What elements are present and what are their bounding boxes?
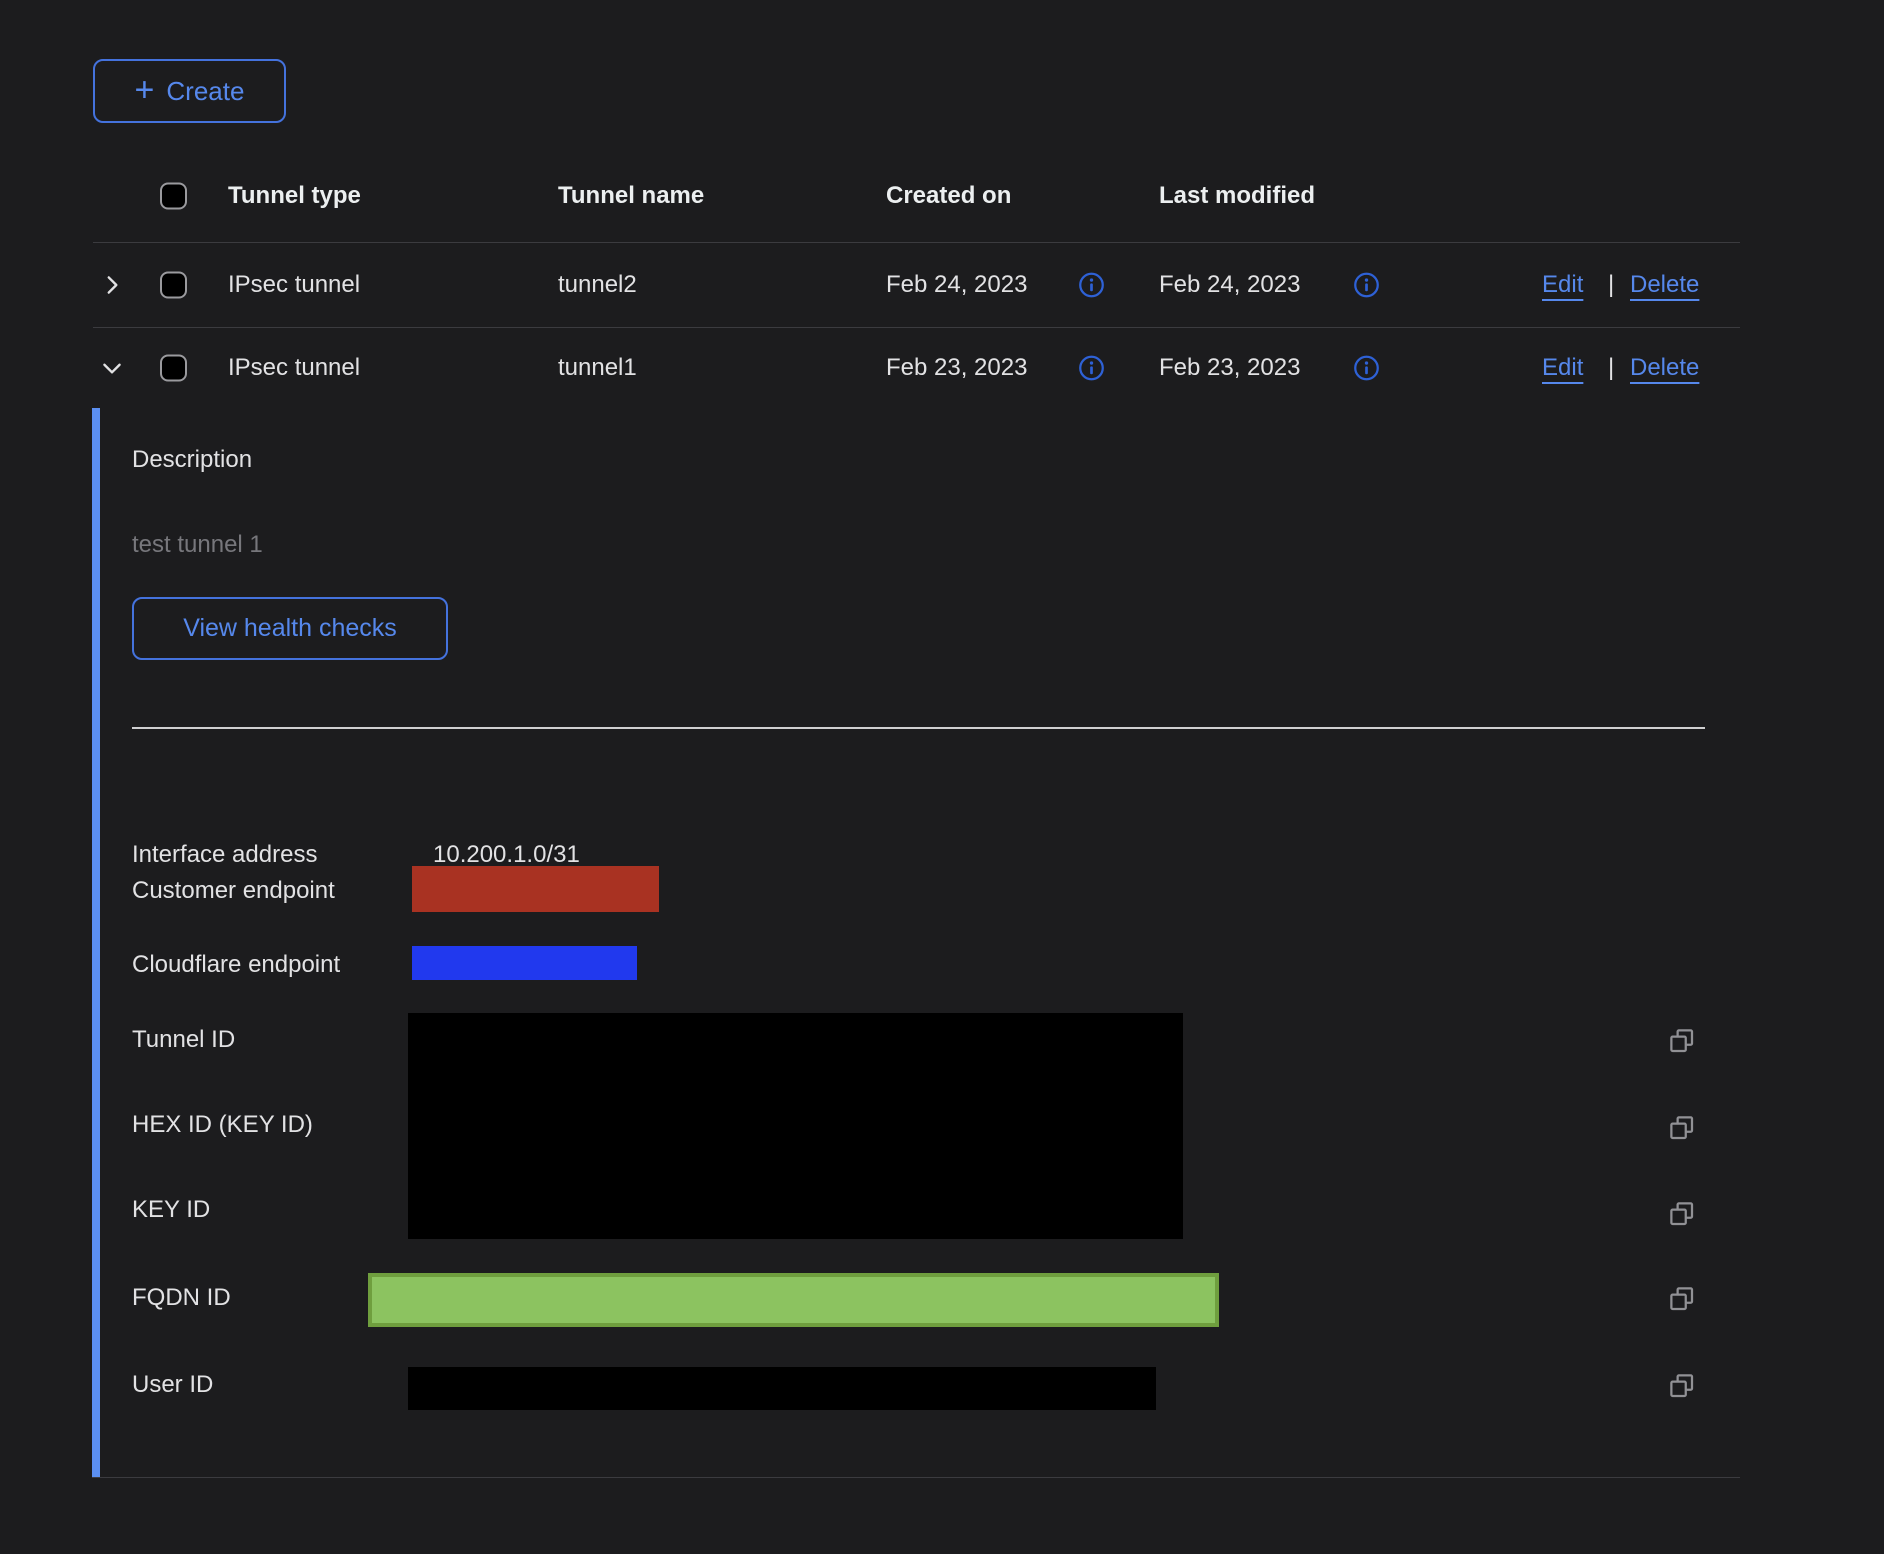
cloudflare-endpoint-label: Cloudflare endpoint: [132, 951, 340, 979]
tunnels-page: + Create Tunnel type Tunnel name Created…: [0, 0, 1884, 1554]
action-separator: |: [1608, 354, 1614, 382]
user-id-label: User ID: [132, 1371, 213, 1399]
copy-fqdn-id-button[interactable]: [1666, 1284, 1698, 1316]
create-button[interactable]: + Create: [93, 59, 286, 123]
key-id-label: KEY ID: [132, 1196, 210, 1224]
copy-icon: [1667, 1113, 1697, 1143]
last-modified-cell: Feb 24, 2023: [1159, 271, 1300, 299]
description-label: Description: [132, 446, 252, 474]
fqdn-id-redacted-value: [368, 1273, 1219, 1327]
cloudflare-endpoint-redacted-value: [412, 946, 637, 980]
chevron-right-icon: [99, 272, 125, 298]
user-id-redacted-value: [408, 1367, 1156, 1410]
copy-key-id-button[interactable]: [1666, 1199, 1698, 1231]
hex-id-label: HEX ID (KEY ID): [132, 1111, 313, 1139]
select-all-checkbox[interactable]: [160, 183, 187, 210]
tunnel-name-cell: tunnel1: [558, 354, 637, 382]
info-icon: [1353, 355, 1380, 382]
info-icon: [1078, 272, 1105, 299]
fqdn-id-label: FQDN ID: [132, 1284, 231, 1312]
info-icon: [1078, 355, 1105, 382]
create-button-label: Create: [166, 76, 244, 107]
modified-info-button[interactable]: [1353, 355, 1380, 382]
edit-link[interactable]: Edit: [1542, 271, 1583, 299]
tunnel-type-cell: IPsec tunnel: [228, 354, 360, 382]
copy-icon: [1667, 1284, 1697, 1314]
copy-icon: [1667, 1199, 1697, 1229]
expand-row-button[interactable]: [94, 267, 130, 303]
header-tunnel-type: Tunnel type: [228, 182, 361, 210]
info-icon: [1353, 272, 1380, 299]
modified-info-button[interactable]: [1353, 272, 1380, 299]
created-info-button[interactable]: [1078, 272, 1105, 299]
table-row: IPsec tunnel tunnel2 Feb 24, 2023 Feb 24…: [93, 243, 1740, 328]
created-info-button[interactable]: [1078, 355, 1105, 382]
created-on-cell: Feb 24, 2023: [886, 271, 1027, 299]
panel-divider: [132, 727, 1705, 729]
copy-icon: [1667, 1026, 1697, 1056]
row-checkbox[interactable]: [160, 272, 187, 299]
plus-icon: +: [135, 73, 155, 107]
interface-address-value: 10.200.1.0/31: [433, 841, 580, 869]
view-health-checks-button[interactable]: View health checks: [132, 597, 448, 660]
collapse-row-button[interactable]: [94, 350, 130, 386]
table-row: IPsec tunnel tunnel1 Feb 23, 2023 Feb 23…: [93, 328, 1740, 408]
expanded-row-accent-bar: [92, 408, 100, 1477]
edit-link[interactable]: Edit: [1542, 354, 1583, 382]
copy-icon: [1667, 1371, 1697, 1401]
interface-address-label: Interface address: [132, 841, 317, 869]
last-modified-cell: Feb 23, 2023: [1159, 354, 1300, 382]
customer-endpoint-redacted-value: [412, 866, 659, 912]
delete-link[interactable]: Delete: [1630, 271, 1699, 299]
table-header-row: Tunnel type Tunnel name Created on Last …: [93, 150, 1740, 243]
tunnel-id-label: Tunnel ID: [132, 1026, 235, 1054]
copy-user-id-button[interactable]: [1666, 1371, 1698, 1403]
description-value: test tunnel 1: [132, 531, 263, 559]
header-created-on: Created on: [886, 182, 1011, 210]
tunnel-name-cell: tunnel2: [558, 271, 637, 299]
chevron-down-icon: [99, 355, 125, 381]
action-separator: |: [1608, 271, 1614, 299]
copy-hex-id-button[interactable]: [1666, 1113, 1698, 1145]
created-on-cell: Feb 23, 2023: [886, 354, 1027, 382]
header-tunnel-name: Tunnel name: [558, 182, 704, 210]
tunnel-type-cell: IPsec tunnel: [228, 271, 360, 299]
delete-link[interactable]: Delete: [1630, 354, 1699, 382]
customer-endpoint-label: Customer endpoint: [132, 877, 335, 905]
row-checkbox[interactable]: [160, 355, 187, 382]
copy-tunnel-id-button[interactable]: [1666, 1026, 1698, 1058]
header-last-modified: Last modified: [1159, 182, 1315, 210]
panel-bottom-border: [92, 1477, 1740, 1478]
ids-redacted-block: [408, 1013, 1183, 1239]
